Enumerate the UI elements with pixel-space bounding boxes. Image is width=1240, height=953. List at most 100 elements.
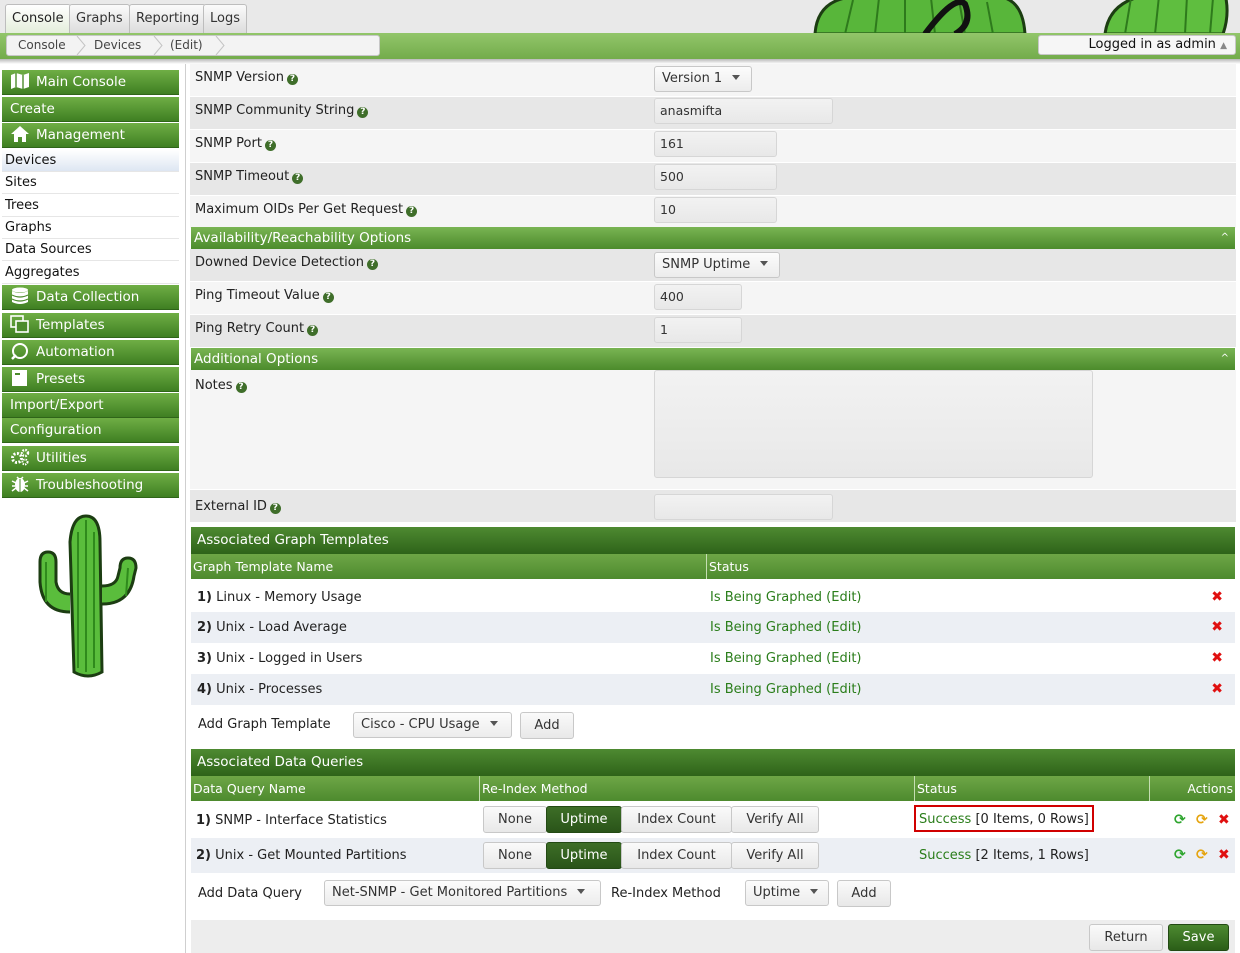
help-icon[interactable]: ? [286,74,298,85]
col-data-query-name[interactable]: Data Query Name [191,776,480,801]
snmp-community-input[interactable]: anasmifta [654,98,833,124]
ping-timeout-label: Ping Timeout Value? [195,288,334,303]
reindex-uptime-button[interactable]: Uptime [546,842,622,869]
help-icon[interactable]: ? [366,259,378,270]
max-oids-input[interactable]: 10 [654,197,777,223]
sidebar-item-sites[interactable]: Sites [2,172,179,194]
tab-logs[interactable]: Logs [203,4,247,33]
sidebar-main-console[interactable]: Main Console [2,70,179,95]
row-snmp-version: SNMP Version? Version 1 [190,64,1236,97]
reindex-method-select[interactable]: Uptime [745,880,829,906]
section-availability[interactable]: Availability/Reachability Options ^ [191,227,1235,249]
sidebar-troubleshooting[interactable]: Troubleshooting [2,473,179,498]
snmp-port-input[interactable]: 161 [654,131,777,157]
sidebar-item-trees[interactable]: Trees [2,195,179,217]
verbose-reload-icon[interactable]: ⟳ [1196,803,1208,838]
edit-link[interactable]: (Edit) [826,682,861,697]
sidebar-data-collection[interactable]: Data Collection [2,285,179,310]
user-menu[interactable]: Logged in as admin ▲ [1038,35,1236,55]
add-data-query-row: Add Data Query Net-SNMP - Get Monitored … [191,874,1235,914]
tab-reporting[interactable]: Reporting [129,4,207,33]
sidebar-import-export[interactable]: Import/Export [2,393,179,418]
add-data-query-button[interactable]: Add [837,880,891,907]
sidebar-item-devices[interactable]: Devices [2,150,179,172]
ping-timeout-input[interactable]: 400 [654,284,742,310]
edit-link[interactable]: (Edit) [826,590,861,605]
col-query-status[interactable]: Status [915,776,1150,801]
help-icon[interactable]: ? [269,503,281,514]
snmp-timeout-input[interactable]: 500 [654,164,777,190]
sidebar-create[interactable]: Create [2,97,179,122]
help-icon[interactable]: ? [307,325,319,336]
collapse-icon[interactable]: ^ [1221,348,1229,370]
reindex-uptime-button[interactable]: Uptime [546,806,622,833]
reindex-verify-all-button[interactable]: Verify All [731,842,819,869]
col-graph-status[interactable]: Status [707,554,1235,579]
delete-icon[interactable]: ✖ [1211,582,1223,613]
navigation-bar: Console Devices (Edit) Logged in as admi… [0,33,1240,59]
breadcrumb-separator-icon [215,36,225,55]
graph-template-status: Is Being Graphed (Edit) [710,620,862,635]
tab-console[interactable]: Console [5,4,71,33]
section-additional-options[interactable]: Additional Options ^ [191,348,1235,370]
bug-icon [11,476,29,492]
help-icon[interactable]: ? [235,382,247,393]
edit-link[interactable]: (Edit) [826,651,861,666]
help-icon[interactable]: ? [264,140,276,151]
reindex-index-count-button[interactable]: Index Count [621,842,732,869]
edit-link[interactable]: (Edit) [826,620,861,635]
notes-textarea[interactable] [654,370,1093,478]
downed-detection-label: Downed Device Detection? [195,255,378,270]
graph-template-name: 4) Unix - Processes [197,682,323,697]
delete-icon[interactable]: ✖ [1218,803,1230,838]
reindex-none-button[interactable]: None [483,842,547,869]
sidebar-item-data-sources[interactable]: Data Sources [2,239,179,261]
collapse-icon[interactable]: ^ [1221,227,1229,249]
sidebar-automation[interactable]: Automation [2,340,179,365]
sidebar-configuration[interactable]: Configuration [2,418,179,443]
return-button[interactable]: Return [1089,924,1163,951]
gears-icon [11,448,30,466]
sidebar-templates[interactable]: Templates [2,313,179,338]
add-data-query-select[interactable]: Net-SNMP - Get Monitored Partitions [324,880,601,906]
sidebar-item-graphs[interactable]: Graphs [2,217,179,239]
snmp-version-select[interactable]: Version 1 [654,66,752,92]
table-row: 1) SNMP - Interface Statistics None Upti… [191,803,1235,838]
tab-graphs[interactable]: Graphs [69,4,130,33]
help-icon[interactable]: ? [357,107,369,118]
delete-icon[interactable]: ✖ [1211,612,1223,643]
external-id-input[interactable] [654,494,833,520]
reindex-none-button[interactable]: None [483,806,547,833]
sidebar-presets[interactable]: Presets [2,367,179,392]
breadcrumb-edit: (Edit) [170,38,203,52]
reload-icon[interactable]: ⟳ [1174,803,1186,838]
logged-in-label: Logged in as admin [1088,37,1216,52]
add-graph-template-button[interactable]: Add [520,712,574,739]
downed-detection-select[interactable]: SNMP Uptime [654,252,780,278]
help-icon[interactable]: ? [292,173,304,184]
delete-icon[interactable]: ✖ [1211,643,1223,674]
reindex-verify-all-button[interactable]: Verify All [731,806,819,833]
sidebar-utilities[interactable]: Utilities [2,446,179,471]
sidebar-item-aggregates[interactable]: Aggregates [2,262,179,284]
save-button[interactable]: Save [1168,924,1229,951]
delete-icon[interactable]: ✖ [1211,674,1223,705]
table-row: 4) Unix - Processes Is Being Graphed (Ed… [191,674,1235,705]
row-ping-retry: Ping Retry Count? 1 [190,315,1236,348]
ping-retry-input[interactable]: 1 [654,317,742,343]
help-icon[interactable]: ? [406,206,418,217]
verbose-reload-icon[interactable]: ⟳ [1196,838,1208,873]
reindex-index-count-button[interactable]: Index Count [621,806,732,833]
max-oids-label: Maximum OIDs Per Get Request? [195,202,418,217]
breadcrumb-console[interactable]: Console [18,36,66,55]
col-reindex-method[interactable]: Re-Index Method [480,776,915,801]
notes-label: Notes? [195,378,247,393]
reload-icon[interactable]: ⟳ [1174,838,1186,873]
breadcrumb-devices[interactable]: Devices [94,36,141,55]
delete-icon[interactable]: ✖ [1218,838,1230,873]
help-icon[interactable]: ? [322,292,334,303]
sidebar-management[interactable]: Management [2,123,179,148]
row-snmp-community: SNMP Community String? anasmifta [190,97,1236,130]
add-graph-template-select[interactable]: Cisco - CPU Usage [353,712,512,738]
col-graph-template-name[interactable]: Graph Template Name [191,554,707,579]
